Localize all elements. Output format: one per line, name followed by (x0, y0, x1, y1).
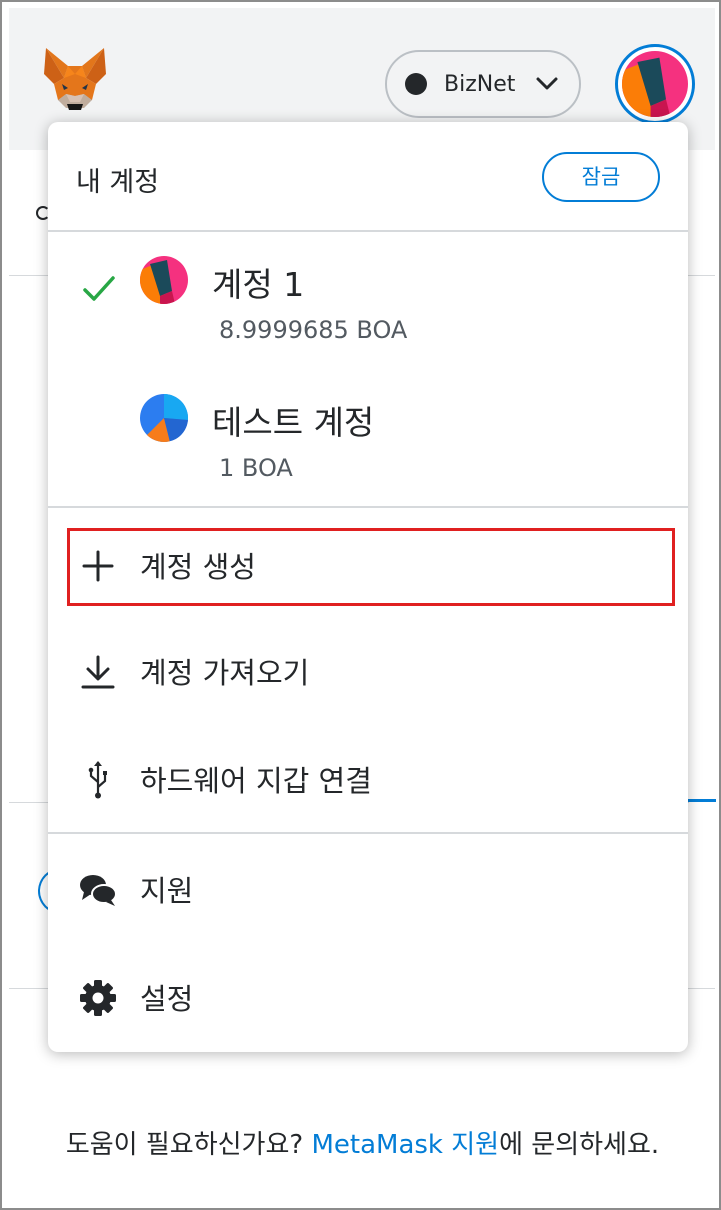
account-avatar-icon (140, 394, 188, 442)
connect-hardware-wallet-item[interactable]: 하드웨어 지갑 연결 (48, 740, 688, 818)
account-item[interactable]: 계정 1 8.9999685 BOA (48, 256, 688, 366)
account-name: 테스트 계정 (212, 403, 375, 442)
menu-divider (48, 230, 688, 232)
network-selector[interactable]: BizNet (385, 50, 581, 118)
gear-icon (80, 980, 116, 1016)
lock-button[interactable]: 잠금 (542, 152, 660, 202)
download-icon (81, 655, 115, 689)
metamask-support-link[interactable]: MetaMask 지원 (311, 1130, 499, 1160)
import-account-item[interactable]: 계정 가져오기 (48, 632, 688, 710)
background-tab-indicator (688, 799, 716, 802)
account-menu-dropdown: 내 계정 잠금 계정 1 8.9999685 BOA 테스트 계정 1 BOA … (48, 122, 688, 1052)
metamask-fox-logo[interactable] (40, 44, 110, 114)
account-menu-button[interactable] (615, 44, 695, 124)
settings-label: 설정 (140, 982, 194, 1016)
account-name: 계정 1 (212, 265, 305, 304)
import-account-label: 계정 가져오기 (140, 656, 310, 690)
check-icon (83, 276, 115, 301)
account-balance: 8.9999685 BOA (219, 316, 408, 344)
help-suffix: 에 문의하세요. (499, 1130, 660, 1160)
connect-hardware-wallet-label: 하드웨어 지갑 연결 (140, 764, 372, 798)
support-label: 지원 (140, 874, 194, 908)
menu-title: 내 계정 (76, 167, 160, 198)
account-item[interactable]: 테스트 계정 1 BOA (48, 394, 688, 504)
help-text: 도움이 필요하신가요? MetaMask 지원에 문의하세요. (2, 1124, 719, 1161)
chevron-down-icon (536, 77, 558, 90)
plus-icon (82, 550, 114, 582)
account-avatar-icon (622, 51, 688, 117)
settings-item[interactable]: 설정 (48, 958, 688, 1036)
account-avatar-icon (140, 256, 188, 304)
create-account-item[interactable]: 계정 생성 (48, 526, 688, 604)
network-status-dot (405, 73, 427, 95)
menu-divider (48, 506, 688, 508)
chat-icon (80, 875, 117, 906)
app-window: 도움이 필요하신가요? MetaMask 지원에 문의하세요. BizNet 내… (0, 0, 721, 1210)
usb-icon (88, 761, 107, 799)
network-label: BizNet (444, 71, 516, 97)
create-account-label: 계정 생성 (140, 550, 256, 584)
help-prefix: 도움이 필요하신가요? (65, 1130, 312, 1160)
menu-divider (48, 832, 688, 834)
account-balance: 1 BOA (219, 454, 293, 482)
support-item[interactable]: 지원 (48, 850, 688, 928)
